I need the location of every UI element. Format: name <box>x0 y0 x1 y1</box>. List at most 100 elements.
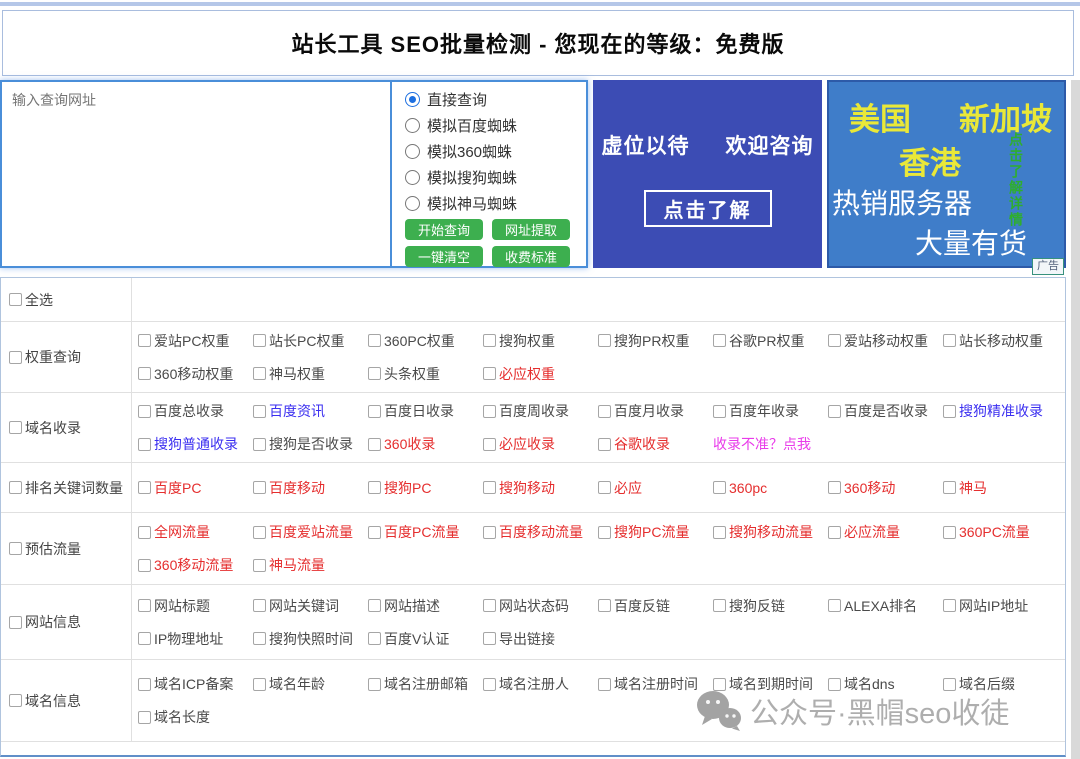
checkbox[interactable] <box>483 334 496 347</box>
checkbox[interactable] <box>368 599 381 612</box>
row-select-item[interactable]: 域名信息 <box>9 691 81 711</box>
check-item[interactable]: 搜狗PC流量 <box>598 522 713 542</box>
checkbox[interactable] <box>828 481 841 494</box>
checkbox[interactable] <box>483 599 496 612</box>
clear-all-button[interactable]: 一键清空 <box>405 246 483 267</box>
start-query-button[interactable]: 开始查询 <box>405 219 483 240</box>
checkbox[interactable] <box>138 526 151 539</box>
row-select-item[interactable]: 域名收录 <box>9 418 81 438</box>
check-item[interactable]: 必应收录 <box>483 434 598 454</box>
radio-mode[interactable]: 模拟搜狗蜘蛛 <box>405 164 586 190</box>
check-item[interactable]: 360pc <box>713 478 828 498</box>
check-item[interactable]: 百度PC <box>138 478 253 498</box>
checkbox[interactable] <box>368 632 381 645</box>
check-item[interactable]: 域名长度 <box>138 707 253 727</box>
check-item[interactable]: 搜狗反链 <box>713 596 828 616</box>
checkbox[interactable] <box>483 438 496 451</box>
checkbox[interactable] <box>253 559 266 572</box>
checkbox[interactable] <box>368 367 381 380</box>
checkbox[interactable] <box>828 334 841 347</box>
checkbox[interactable] <box>368 334 381 347</box>
checkbox[interactable] <box>598 405 611 418</box>
check-item[interactable]: 域名注册人 <box>483 674 598 694</box>
checkbox[interactable] <box>943 405 956 418</box>
checkbox[interactable] <box>713 405 726 418</box>
check-item[interactable]: 域名ICP备案 <box>138 674 253 694</box>
check-item[interactable]: 爱站移动权重 <box>828 331 943 351</box>
check-item[interactable]: 谷歌PR权重 <box>713 331 828 351</box>
checkbox[interactable] <box>9 293 22 306</box>
check-item[interactable]: 头条权重 <box>368 364 483 384</box>
checkbox[interactable] <box>713 678 726 691</box>
check-item[interactable]: 搜狗普通收录 <box>138 434 253 454</box>
row-select-item[interactable]: 权重查询 <box>9 347 81 367</box>
check-item[interactable]: 导出链接 <box>483 629 598 649</box>
row-select-item[interactable]: 网站信息 <box>9 612 81 632</box>
checkbox[interactable] <box>138 711 151 724</box>
check-item[interactable]: 搜狗权重 <box>483 331 598 351</box>
check-item[interactable]: 域名年龄 <box>253 674 368 694</box>
check-item[interactable]: 网站关键词 <box>253 596 368 616</box>
check-item[interactable]: 360移动流量 <box>138 555 253 575</box>
checkbox[interactable] <box>253 632 266 645</box>
check-item[interactable]: 搜狗精准收录 <box>943 401 1058 421</box>
check-item[interactable]: 百度爱站流量 <box>253 522 368 542</box>
checkbox[interactable] <box>9 616 22 629</box>
checkbox[interactable] <box>483 632 496 645</box>
extract-urls-button[interactable]: 网址提取 <box>492 219 570 240</box>
check-item[interactable]: 网站IP地址 <box>943 596 1058 616</box>
check-item[interactable]: 域名dns <box>828 674 943 694</box>
checkbox[interactable] <box>943 678 956 691</box>
checkbox[interactable] <box>943 334 956 347</box>
checkbox[interactable] <box>253 678 266 691</box>
checkbox[interactable] <box>138 367 151 380</box>
checkbox[interactable] <box>483 678 496 691</box>
checkbox[interactable] <box>253 599 266 612</box>
learn-more-button[interactable]: 点击了解 <box>644 190 772 227</box>
checkbox[interactable] <box>138 678 151 691</box>
check-item[interactable]: IP物理地址 <box>138 629 253 649</box>
checkbox[interactable] <box>713 599 726 612</box>
checkbox[interactable] <box>943 526 956 539</box>
checkbox[interactable] <box>828 526 841 539</box>
check-item[interactable]: 360移动权重 <box>138 364 253 384</box>
check-item[interactable]: 百度V认证 <box>368 629 483 649</box>
check-item[interactable]: 搜狗PR权重 <box>598 331 713 351</box>
radio-mode[interactable]: 模拟神马蜘蛛 <box>405 190 586 216</box>
check-item[interactable]: 百度日收录 <box>368 401 483 421</box>
checkbox[interactable] <box>253 526 266 539</box>
checkbox[interactable] <box>483 405 496 418</box>
check-item[interactable]: 360PC权重 <box>368 331 483 351</box>
checkbox[interactable] <box>368 526 381 539</box>
checkbox[interactable] <box>828 405 841 418</box>
check-item[interactable]: 必应权重 <box>483 364 598 384</box>
checkbox[interactable] <box>368 678 381 691</box>
check-item[interactable]: 搜狗是否收录 <box>253 434 368 454</box>
checkbox[interactable] <box>598 599 611 612</box>
check-item[interactable]: 百度资讯 <box>253 401 368 421</box>
checkbox[interactable] <box>138 438 151 451</box>
check-item[interactable]: 搜狗快照时间 <box>253 629 368 649</box>
checkbox[interactable] <box>138 632 151 645</box>
url-input[interactable] <box>2 82 392 266</box>
checkbox[interactable] <box>9 481 22 494</box>
check-item[interactable]: 百度周收录 <box>483 401 598 421</box>
check-item[interactable]: 爱站PC权重 <box>138 331 253 351</box>
checkbox[interactable] <box>828 678 841 691</box>
checkbox[interactable] <box>253 405 266 418</box>
checkbox[interactable] <box>253 367 266 380</box>
inaccurate-help-link[interactable]: 收录不准？点我 <box>713 434 828 454</box>
check-item[interactable]: 搜狗PC <box>368 478 483 498</box>
ad-banner-servers[interactable]: 美国 新加坡 香港 点击了解详情 热销服务器 大量有货 广告 <box>827 80 1066 268</box>
check-item[interactable]: 百度总收录 <box>138 401 253 421</box>
checkbox[interactable] <box>598 526 611 539</box>
check-item[interactable]: 站长移动权重 <box>943 331 1058 351</box>
check-item[interactable]: 网站描述 <box>368 596 483 616</box>
checkbox[interactable] <box>9 542 22 555</box>
check-item[interactable]: 百度年收录 <box>713 401 828 421</box>
check-item[interactable]: 必应 <box>598 478 713 498</box>
check-item[interactable]: 百度反链 <box>598 596 713 616</box>
check-item[interactable]: 360收录 <box>368 434 483 454</box>
checkbox[interactable] <box>138 405 151 418</box>
checkbox[interactable] <box>598 438 611 451</box>
